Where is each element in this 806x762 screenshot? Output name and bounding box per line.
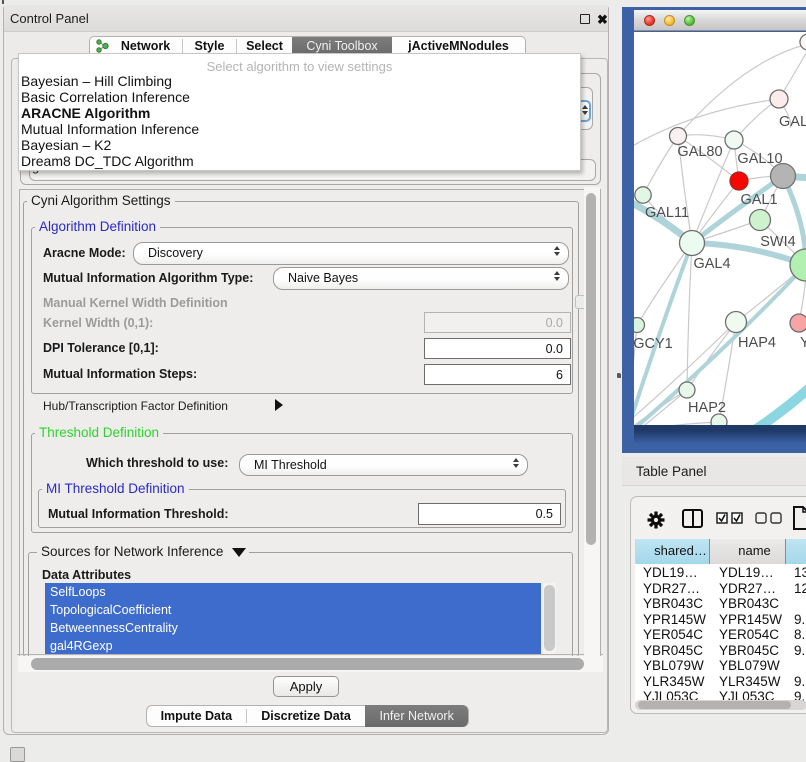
svg-text:HAP2: HAP2: [688, 400, 726, 416]
svg-text:GAL80: GAL80: [677, 144, 722, 160]
svg-text:GAL1: GAL1: [740, 192, 777, 208]
svg-text:GAL4: GAL4: [693, 256, 730, 272]
svg-text:Y: Y: [800, 335, 806, 351]
svg-text:GCY1: GCY1: [634, 336, 673, 352]
svg-text:GAL10: GAL10: [737, 151, 782, 167]
svg-text:HAP4: HAP4: [738, 335, 776, 351]
svg-text:SWI4: SWI4: [760, 234, 795, 250]
svg-text:GAL: GAL: [779, 114, 806, 130]
svg-text:GAL11: GAL11: [645, 205, 689, 221]
